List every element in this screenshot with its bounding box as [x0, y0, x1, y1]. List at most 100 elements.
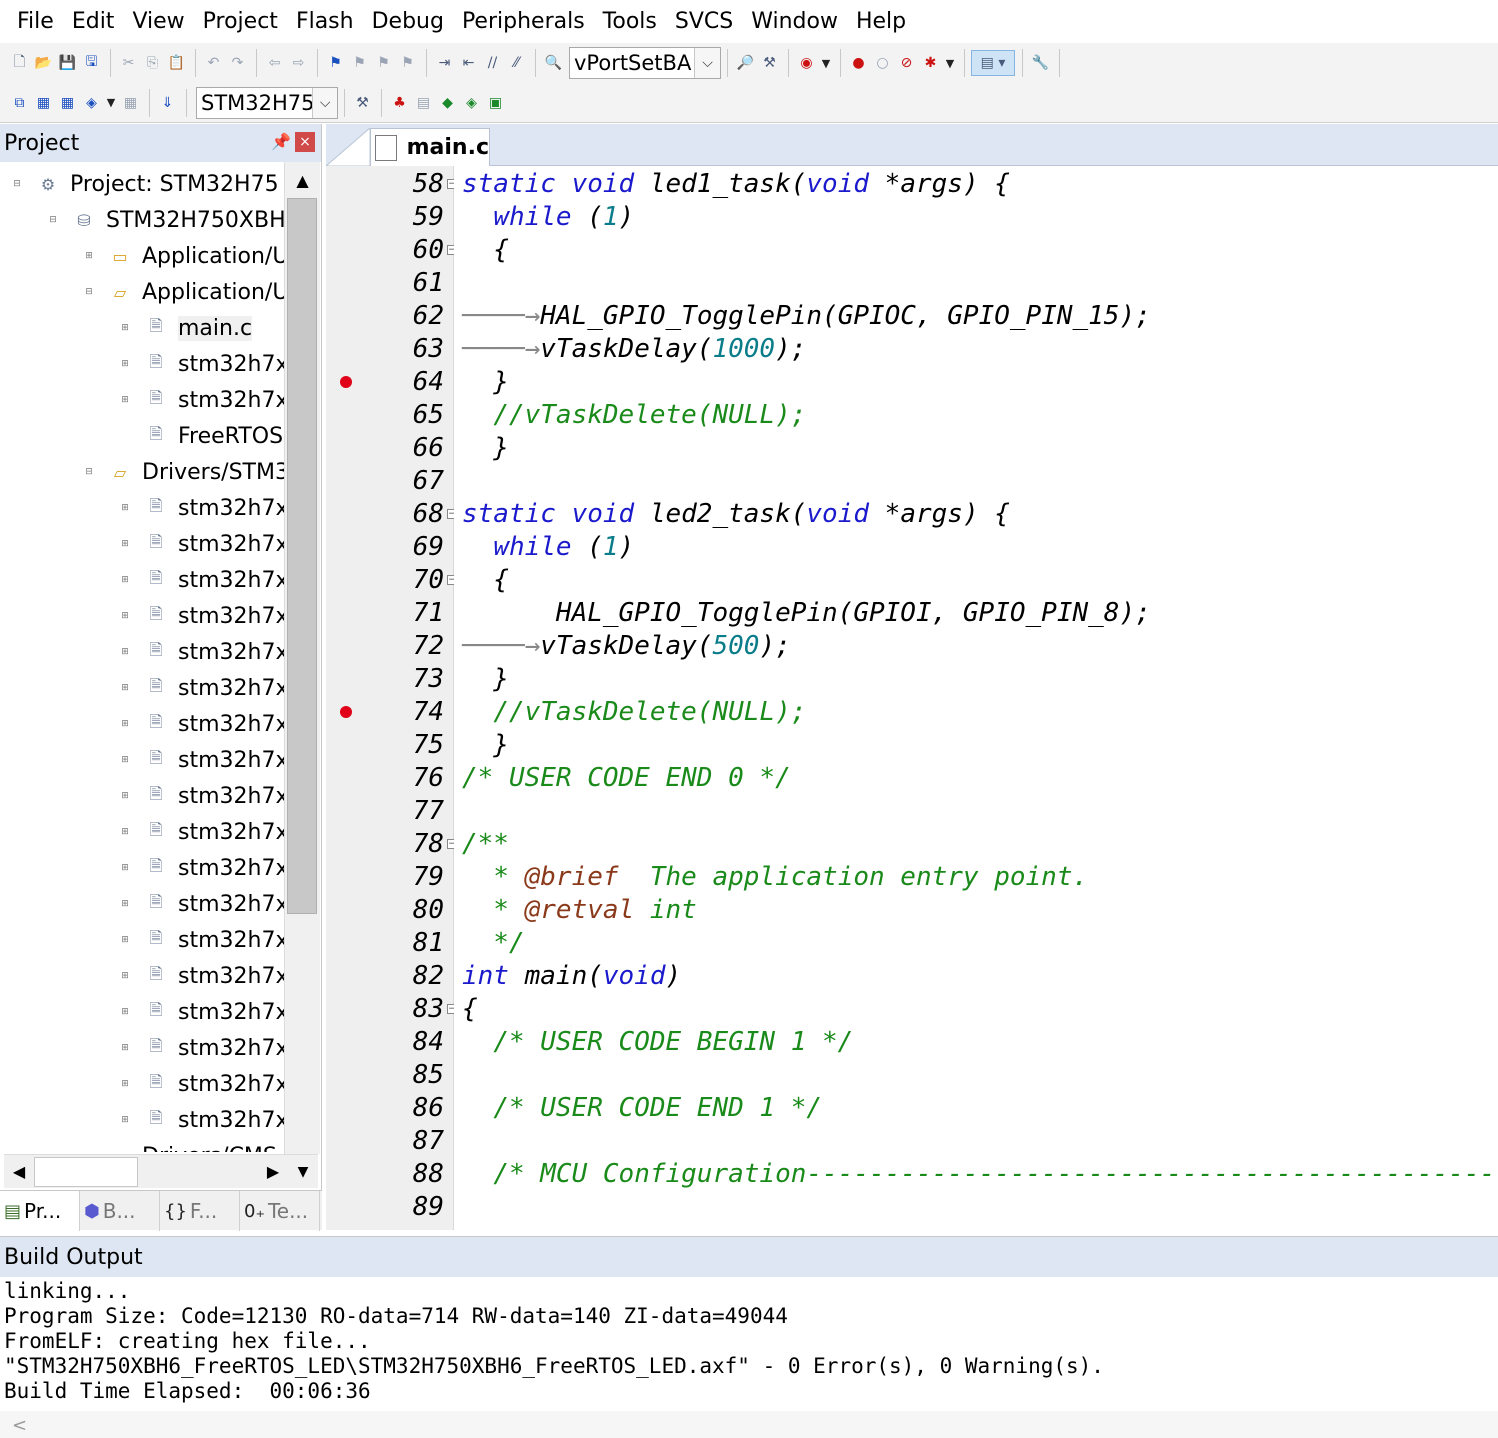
tree-expander-icon[interactable]: ⊞ [120, 1115, 130, 1125]
gutter-line[interactable]: 72 [326, 630, 453, 663]
tree-expander-icon[interactable]: ⊞ [120, 539, 130, 549]
tree-expander-icon[interactable]: ⊞ [120, 863, 130, 873]
tree-item[interactable]: ⊞ 🗎 stm32h7x [120, 958, 284, 994]
code-line[interactable]: /* USER CODE END 0 */ [454, 762, 1498, 795]
gutter-line[interactable]: 82 [326, 960, 453, 993]
code-line[interactable]: static void led1_task(void *args) { [454, 168, 1498, 201]
tree-expander-icon[interactable]: ⊟ [84, 467, 94, 477]
indent-icon[interactable]: ⇥ [433, 50, 456, 76]
tree-expander-icon[interactable]: ⊞ [120, 359, 130, 369]
disable-breakpoint-icon[interactable]: ○ [871, 50, 894, 76]
gutter-line[interactable]: 88 [326, 1158, 453, 1191]
build-output-scrollbar[interactable]: < [0, 1411, 1498, 1438]
close-icon[interactable]: × [295, 132, 315, 152]
tree-expander-icon[interactable]: ⊞ [120, 647, 130, 657]
code-line[interactable]: while (1) [454, 531, 1498, 564]
tree-expander-icon[interactable]: ⊞ [120, 1007, 130, 1017]
tree-item[interactable]: ⊞ 🗎 stm32h7x [120, 886, 284, 922]
save-all-icon[interactable]: 🖫 [80, 50, 103, 76]
tree-expander-icon[interactable]: ⊞ [120, 971, 130, 981]
gutter-line[interactable]: 78− [326, 828, 457, 861]
gutter-line[interactable]: 69 [326, 531, 453, 564]
stop-build-icon[interactable]: ▦ [119, 90, 142, 116]
tree-expander-icon[interactable]: ⊞ [120, 755, 130, 765]
tree-item[interactable]: ⊞ 🗎 stm32h7x [120, 814, 284, 850]
tree-item[interactable]: ⊞ 🗎 stm32h7x [120, 526, 284, 562]
prev-bookmark-icon[interactable]: ⚑ [348, 50, 371, 76]
tree-item[interactable]: ⊟ ⚙ Project: STM32H75 [12, 166, 278, 202]
tree-expander-icon[interactable]: ⊞ [120, 1079, 130, 1089]
menu-flash[interactable]: Flash [287, 0, 363, 44]
tree-expander-icon[interactable]: ⊞ [120, 719, 130, 729]
code-line[interactable]: int main(void) [454, 960, 1498, 993]
menu-view[interactable]: View [123, 0, 193, 44]
scroll-down-icon[interactable]: ▼ [288, 1164, 318, 1180]
gutter-line[interactable]: 66 [326, 432, 453, 465]
gutter-line[interactable]: 85 [326, 1059, 453, 1092]
target-options-icon[interactable]: ⚒ [351, 90, 374, 116]
batch-build-icon[interactable]: ◈ [80, 90, 103, 116]
gutter-line[interactable]: 63 [326, 333, 453, 366]
code-line[interactable]: /* USER CODE BEGIN 1 */ [454, 1026, 1498, 1059]
code-line[interactable]: { [454, 564, 1498, 597]
gutter-line[interactable]: 76 [326, 762, 453, 795]
tree-expander-icon[interactable]: ⊞ [120, 575, 130, 585]
menu-tools[interactable]: Tools [594, 0, 666, 44]
menu-help[interactable]: Help [847, 0, 915, 44]
gutter-line[interactable]: 68− [326, 498, 457, 531]
tree-item[interactable]: ⊞ 🗎 stm32h7x [120, 994, 284, 1030]
tree-horizontal-scrollbar[interactable]: ◀ ▶ ▼ [4, 1154, 318, 1188]
gutter-line[interactable]: 59 [326, 201, 453, 234]
tab-templates[interactable]: 0₊ Te... [240, 1191, 320, 1231]
chevron-down-icon[interactable]: ▼ [104, 90, 118, 116]
tab-project[interactable]: ▤ Pr... [0, 1191, 80, 1231]
tree-item[interactable]: ⊞ 🗎 stm32h7x [120, 598, 284, 634]
code-line[interactable]: ────→vTaskDelay(1000); [454, 333, 1498, 366]
chevron-down-icon[interactable]: ⌵ [694, 48, 720, 78]
tree-expander-icon[interactable]: ⊞ [120, 899, 130, 909]
code-line[interactable]: ────→vTaskDelay(500); [454, 630, 1498, 663]
disable-all-breakpoints-icon[interactable]: ⊘ [895, 50, 918, 76]
code-line[interactable] [454, 1125, 1498, 1158]
cut-icon[interactable]: ✂ [117, 50, 140, 76]
code-line[interactable]: /* MCU Configuration--------------------… [454, 1158, 1498, 1191]
scroll-up-icon[interactable]: ▲ [285, 162, 320, 198]
code-line[interactable]: while (1) [454, 201, 1498, 234]
code-line[interactable] [454, 1059, 1498, 1092]
gutter-line[interactable]: 84 [326, 1026, 453, 1059]
tree-expander-icon[interactable]: ⊟ [84, 287, 94, 297]
manage-runtime-icon[interactable]: ◆ [436, 90, 459, 116]
gutter-line[interactable]: 71 [326, 597, 453, 630]
uncomment-icon[interactable]: ⁄⁄ [505, 50, 528, 76]
gutter-line[interactable]: 83− [326, 993, 457, 1026]
code-line[interactable]: { [454, 234, 1498, 267]
download-icon[interactable]: ⇓ [156, 90, 179, 116]
tree-expander-icon[interactable]: ⊞ [120, 935, 130, 945]
nav-back-icon[interactable]: ⇦ [263, 50, 286, 76]
tree-item[interactable]: ⊞ 🗎 main.c [120, 310, 253, 346]
copy-icon[interactable]: ⎘ [141, 50, 164, 76]
tree-expander-icon[interactable]: ⊞ [120, 1043, 130, 1053]
menu-svcs[interactable]: SVCS [666, 0, 742, 44]
gutter-line[interactable]: 65 [326, 399, 453, 432]
gutter-line[interactable]: 73 [326, 663, 453, 696]
build-output-text[interactable]: linking... Program Size: Code=12130 RO-da… [4, 1279, 1104, 1404]
gutter-line[interactable]: 61 [326, 267, 453, 300]
window-layout-button[interactable]: ▤ ▾ [971, 50, 1015, 76]
scroll-thumb[interactable] [34, 1156, 138, 1187]
save-icon[interactable]: 💾 [56, 50, 79, 76]
tree-item[interactable]: ⊞ 🗎 stm32h7x [120, 706, 284, 742]
gutter-line[interactable]: 62 [326, 300, 453, 333]
code-line[interactable]: { [454, 993, 1498, 1026]
configure-icon[interactable]: 🔧 [1029, 50, 1052, 76]
find-in-files-icon[interactable]: 🔍 [542, 50, 565, 76]
menu-file[interactable]: File [8, 0, 63, 44]
insert-breakpoint-icon[interactable]: ● [847, 50, 870, 76]
code-line[interactable]: /** [454, 828, 1498, 861]
file-extensions-icon[interactable]: ▤ [412, 90, 435, 116]
menu-peripherals[interactable]: Peripherals [453, 0, 594, 44]
editor-gutter[interactable]: 58−59 60−61 62 63 64 65 66 67 68−69 70−71 72 73 74 75… [326, 166, 457, 1230]
menu-window[interactable]: Window [742, 0, 847, 44]
scroll-right-icon[interactable]: ▶ [258, 1162, 288, 1181]
code-line[interactable]: //vTaskDelete(NULL); [454, 696, 1498, 729]
